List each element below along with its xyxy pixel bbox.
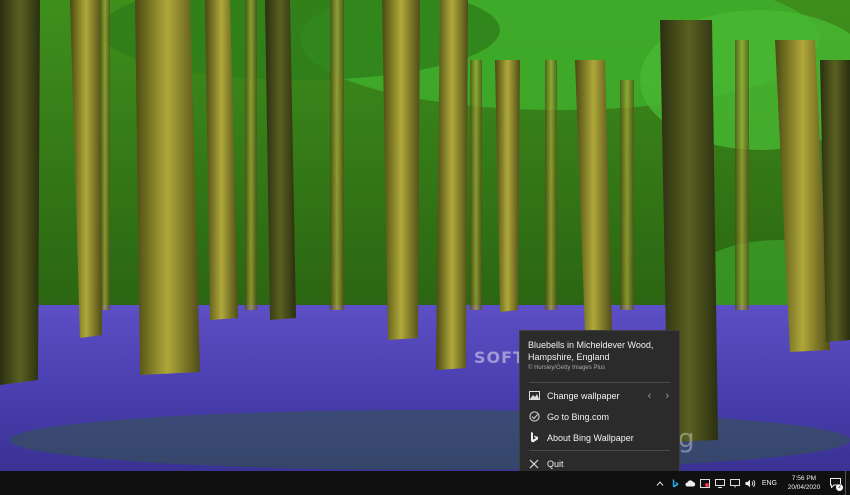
wallpaper-nav: ‹ › (648, 385, 669, 406)
clock-time: 7:56 PM (791, 475, 817, 482)
display-icon[interactable] (729, 471, 742, 495)
input-language[interactable]: ENG (762, 480, 777, 487)
wallpaper-copyright: © Hursley/Getty Images Plus (528, 365, 606, 371)
wallpaper-glyph: g (678, 424, 695, 454)
quit-label: Quit (547, 458, 564, 469)
wallpaper-title-line1: Bluebells in Micheldever Wood, (528, 340, 654, 350)
chevron-up-icon[interactable] (654, 471, 667, 495)
go-to-bing-item[interactable]: Go to Bing.com (520, 406, 679, 427)
change-wallpaper-item[interactable]: Change wallpaper ‹ › (520, 385, 679, 406)
system-tray: ENG 7:56 PM 20/04/2020 2 (653, 471, 850, 495)
cloud-icon[interactable] (684, 471, 697, 495)
close-icon (528, 458, 540, 470)
notification-count-badge: 2 (836, 484, 843, 491)
bing-wallpaper-context-menu: Bluebells in Micheldever Wood, Hampshire… (519, 330, 680, 473)
menu-separator (529, 450, 670, 451)
previous-wallpaper-button[interactable]: ‹ (648, 390, 652, 402)
security-icon[interactable] (699, 471, 712, 495)
network-icon[interactable] (714, 471, 727, 495)
bing-tray-icon[interactable] (669, 471, 682, 495)
go-to-bing-label: Go to Bing.com (547, 411, 610, 422)
next-wallpaper-button[interactable]: › (665, 390, 669, 402)
about-bing-wallpaper-item[interactable]: About Bing Wallpaper (520, 427, 679, 448)
show-desktop-button[interactable] (845, 471, 850, 495)
clock-date: 20/04/2020 (787, 484, 821, 491)
volume-icon[interactable] (744, 471, 757, 495)
taskbar: ENG 7:56 PM 20/04/2020 2 (0, 471, 850, 495)
desktop-wallpaper (0, 0, 850, 471)
action-center-button[interactable]: 2 (825, 471, 845, 495)
menu-separator (529, 382, 670, 383)
clock[interactable]: 7:56 PM 20/04/2020 (783, 474, 825, 492)
globe-icon (528, 411, 540, 423)
change-wallpaper-label: Change wallpaper (547, 390, 620, 401)
bing-logo-icon (528, 432, 540, 444)
wallpaper-info: Bluebells in Micheldever Wood, Hampshire… (520, 331, 679, 380)
about-bing-wallpaper-label: About Bing Wallpaper (547, 432, 634, 443)
image-icon (528, 390, 540, 402)
wallpaper-title-line2: Hampshire, England (528, 352, 610, 362)
